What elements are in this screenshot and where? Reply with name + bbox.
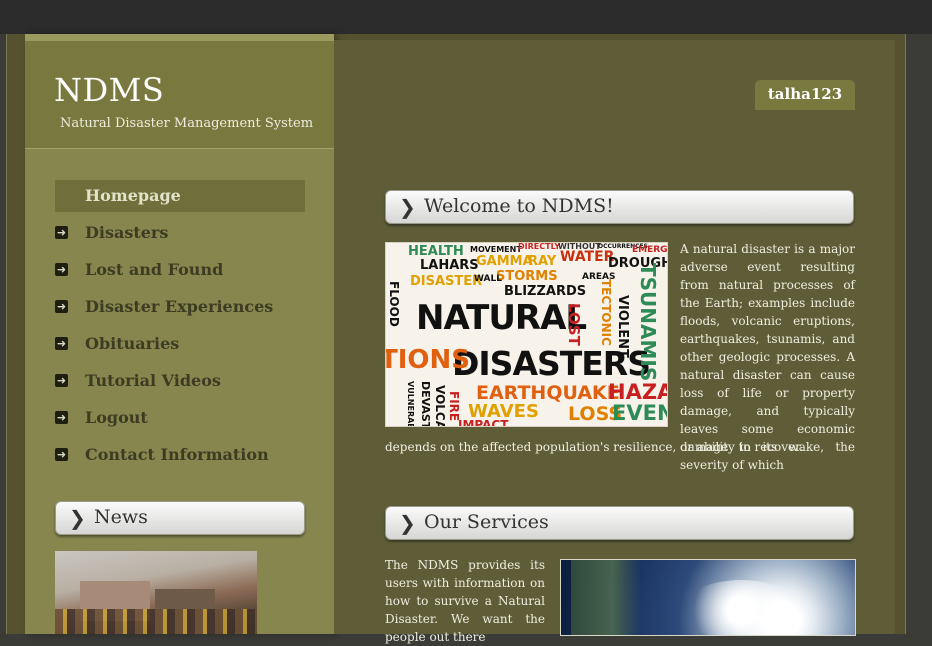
arrow-right-icon: ➜ (55, 411, 68, 424)
word-cloud-word: FIRE (447, 391, 461, 422)
word-cloud-word: VULNERABILITY (406, 381, 415, 427)
word-cloud-word: IMPACT (458, 418, 509, 427)
nav-item-disaster-experiences[interactable]: ➜ Disaster Experiences (55, 291, 305, 323)
word-cloud-word: EMERGE (632, 245, 668, 255)
word-cloud-word: LOST (565, 303, 583, 346)
nav-item-label: Contact Information (85, 445, 269, 464)
arrow-right-icon: ➜ (55, 448, 68, 461)
nav-item-label: Logout (85, 408, 148, 427)
nav-item-label: Homepage (85, 186, 181, 205)
word-cloud-word: DEVASTATING (419, 381, 432, 427)
word-cloud-word: VIOLENT (615, 295, 630, 358)
word-cloud-word: BLIZZARDS (504, 284, 587, 299)
nav-item-lost-and-found[interactable]: ➜ Lost and Found (55, 254, 305, 286)
news-title: News (94, 506, 148, 528)
nav-item-label: Disasters (85, 223, 169, 242)
username: talha123 (767, 85, 843, 103)
welcome-heading: ❯ Welcome to NDMS! (385, 190, 854, 224)
nav-item-label: Disaster Experiences (85, 297, 274, 316)
word-cloud-word: MOVEMENT (470, 245, 522, 254)
welcome-title: Welcome to NDMS! (424, 195, 614, 217)
word-cloud-word: DIRECTLY (518, 242, 561, 251)
nav-item-disasters[interactable]: ➜ Disasters (55, 217, 305, 249)
word-cloud-word: GAMMA (476, 254, 533, 269)
word-cloud-word: EVENT (612, 401, 667, 425)
brand-header: NDMS Natural Disaster Management System (25, 41, 334, 149)
chevron-right-icon: ❯ (69, 506, 86, 530)
word-cloud-word: VOLCANIC (433, 385, 447, 427)
news-image-rescuers (55, 609, 257, 634)
services-heading: ❯ Our Services (385, 506, 854, 540)
news-heading: ❯ News (55, 501, 305, 535)
nav-item-logout[interactable]: ➜ Logout (55, 402, 305, 434)
word-cloud-word: WALL (474, 274, 502, 284)
nav-item-contact-information[interactable]: ➜ Contact Information (55, 439, 305, 471)
main-nav: Homepage ➜ Disasters ➜ Lost and Found ➜ … (55, 180, 305, 476)
word-cloud-word: TECTONIC (599, 279, 613, 346)
word-cloud-word: NATURAL (416, 298, 587, 338)
main-content: talha123 ❯ Welcome to NDMS! HEALTH MOVEM… (334, 40, 895, 644)
hurricane-image-eye (681, 580, 801, 635)
arrow-right-icon: ➜ (55, 374, 68, 387)
nav-item-homepage[interactable]: Homepage (55, 180, 305, 212)
word-cloud-word: TSUNAMIS (636, 263, 660, 382)
browser-top-bar (0, 0, 932, 34)
nav-item-label: Obituaries (85, 334, 180, 353)
word-cloud-word: FLOOD (387, 281, 401, 327)
word-cloud-word: DISASTER (410, 274, 483, 289)
user-badge[interactable]: talha123 (755, 80, 855, 110)
nav-item-label: Lost and Found (85, 260, 224, 279)
arrow-right-icon: ➜ (55, 263, 68, 276)
sidebar: NDMS Natural Disaster Management System … (25, 34, 334, 634)
word-cloud-word: STORMS (496, 269, 558, 284)
chevron-right-icon: ❯ (399, 511, 416, 535)
arrow-right-icon: ➜ (55, 337, 68, 350)
arrow-right-icon: ➜ (55, 226, 68, 239)
hurricane-satellite-image (560, 559, 856, 636)
hurricane-image-land (571, 560, 641, 635)
sidebar-top-strip (25, 34, 334, 41)
news-image[interactable] (55, 551, 257, 634)
services-title: Our Services (424, 511, 549, 533)
nav-item-label: Tutorial Videos (85, 371, 221, 390)
chevron-right-icon: ❯ (399, 195, 416, 219)
word-cloud-word: HAZARD (608, 380, 667, 404)
services-body: The NDMS provides its users with informa… (385, 558, 545, 644)
word-cloud-word: LAHARS (420, 258, 479, 273)
site-title[interactable]: NDMS (54, 71, 164, 109)
natural-disasters-word-cloud: HEALTH MOVEMENT DIRECTLY WITHOUT OCCURRE… (385, 242, 668, 427)
welcome-body-tail: depends on the affected population's res… (385, 440, 804, 454)
site-subtitle: Natural Disaster Management System (60, 116, 314, 131)
nav-item-tutorial-videos[interactable]: ➜ Tutorial Videos (55, 365, 305, 397)
word-cloud-word: TIONS (385, 345, 470, 375)
word-cloud-word: WATER (560, 249, 615, 265)
arrow-right-icon: ➜ (55, 300, 68, 313)
word-cloud-word: HEALTH (408, 244, 464, 259)
word-cloud-word: RAY (528, 254, 557, 269)
nav-item-obituaries[interactable]: ➜ Obituaries (55, 328, 305, 360)
